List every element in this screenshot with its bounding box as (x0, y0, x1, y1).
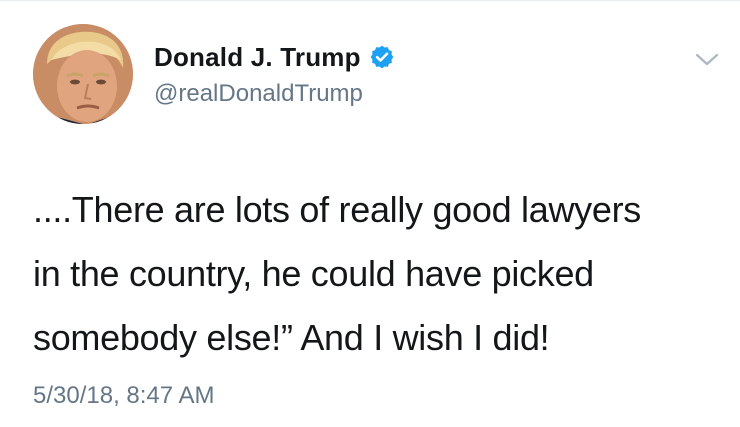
avatar[interactable] (33, 24, 133, 124)
tweet-text-line: in the country, he could have picked (33, 253, 594, 294)
tweet-text-line: ....There are lots of really good lawyer… (33, 189, 641, 230)
verified-badge-icon (369, 44, 395, 70)
display-name[interactable]: Donald J. Trump (154, 42, 361, 73)
tweet-text-line: somebody else!” And I wish I did! (33, 317, 550, 358)
user-handle[interactable]: @realDonaldTrump (154, 80, 363, 108)
tweet-timestamp[interactable]: 5/30/18, 8:47 AM (33, 382, 214, 410)
divider (0, 0, 740, 1)
tweet-text: ....There are lots of really good lawyer… (33, 178, 723, 370)
tweet-card: Donald J. Trump @realDonaldTrump ....The… (0, 0, 740, 427)
author-name-row: Donald J. Trump (154, 40, 395, 74)
chevron-down-icon[interactable] (692, 48, 722, 70)
